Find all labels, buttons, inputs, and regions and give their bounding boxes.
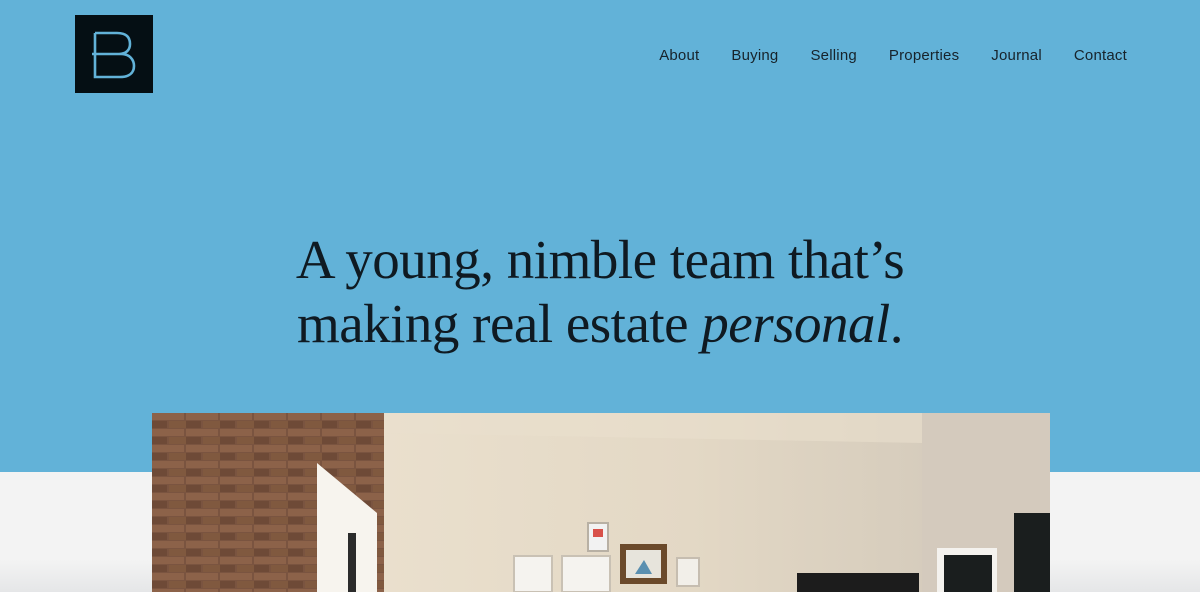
nav-about[interactable]: About — [659, 46, 699, 66]
headline-line-2-prefix: making real estate — [296, 293, 702, 354]
brand-logo[interactable] — [75, 15, 153, 93]
hero-headline: A young, nimble team that’s making real … — [0, 228, 1200, 356]
b-monogram-icon — [92, 31, 136, 79]
nav-selling[interactable]: Selling — [810, 46, 856, 66]
headline-line-1: A young, nimble team that’s — [295, 229, 905, 290]
nav-properties[interactable]: Properties — [889, 46, 959, 66]
nav-buying[interactable]: Buying — [731, 46, 778, 66]
nav-contact[interactable]: Contact — [1074, 46, 1127, 66]
main-navigation: About Buying Selling Properties Journal … — [659, 46, 1127, 66]
headline-line-2-suffix: . — [889, 293, 904, 354]
nav-journal[interactable]: Journal — [991, 46, 1042, 66]
headline-emphasis: personal — [701, 293, 890, 354]
interior-room-photo-icon — [152, 413, 1050, 592]
interior-photo — [152, 413, 1050, 592]
